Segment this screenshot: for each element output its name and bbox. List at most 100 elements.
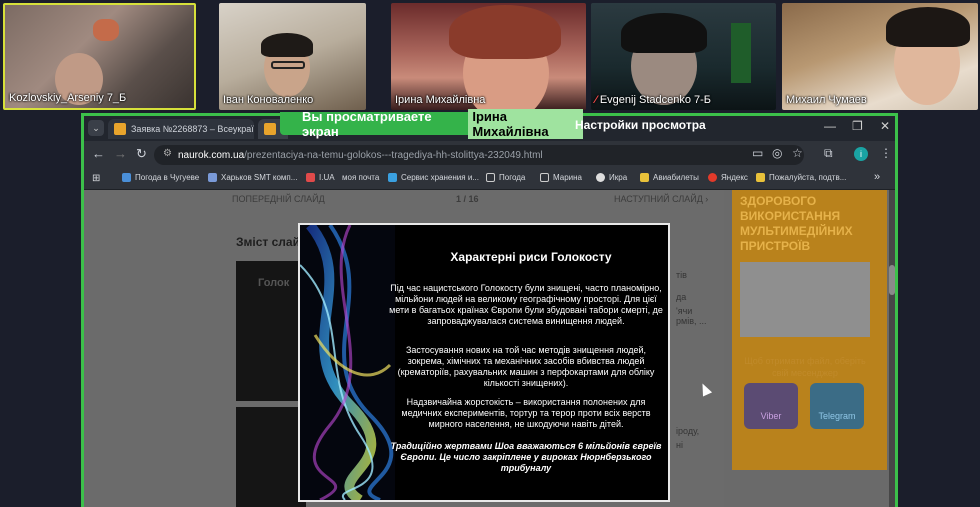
bookmark-label: моя почта: [342, 173, 380, 182]
mic-muted-icon: ⁄: [595, 94, 597, 106]
bookmark-item[interactable]: Икра: [596, 173, 627, 182]
participant-tile[interactable]: Kozlovskiy_Arseniy 7_Б: [3, 3, 196, 110]
tab-search-icon[interactable]: ⌄: [88, 120, 104, 136]
slide-title: Характерні риси Голокосту: [450, 250, 612, 264]
apps-grid-icon[interactable]: ⊞: [92, 173, 100, 184]
folder-icon: [540, 173, 549, 182]
bookmark-label: Яндекс: [721, 173, 748, 182]
slide-thumbnail[interactable]: Голок: [236, 261, 306, 401]
participant-name: Ірина Михайлівна: [395, 94, 486, 106]
participant-tile[interactable]: Ірина Михайлівна: [391, 3, 586, 110]
telegram-button[interactable]: Telegram: [810, 383, 864, 429]
url-path: /prezentaciya-na-temu-golokos---tragediy…: [244, 149, 543, 161]
bookmark-label: Марина: [553, 173, 582, 182]
page-text: тів: [676, 270, 687, 280]
slide-paragraph: Застосування нових на той час методів зн…: [397, 345, 655, 388]
cast-icon[interactable]: ▭: [752, 146, 763, 160]
bookmark-item[interactable]: I.UA: [306, 173, 335, 182]
slide-counter: 1 / 16: [456, 194, 479, 204]
bookmark-label: Икра: [609, 173, 628, 182]
favicon-icon: [264, 123, 276, 135]
messenger-prompt: Щоб отримати файл, оберіть свій месендже…: [744, 356, 866, 378]
content-heading: Зміст слайд: [236, 235, 308, 249]
bookmark-item[interactable]: Марина: [540, 173, 582, 182]
bookmark-label: Погода: [499, 173, 526, 182]
slide-thumbnail[interactable]: [236, 407, 306, 507]
more-bookmarks-button[interactable]: »: [874, 171, 880, 183]
close-window-icon[interactable]: ✕: [880, 119, 890, 133]
extensions-icon[interactable]: ⧉: [824, 146, 833, 161]
promo-title: ЗДОРОВОГО ВИКОРИСТАННЯ МУЛЬТИМЕДІЙНИХ ПР…: [740, 194, 853, 253]
bookmark-item[interactable]: Пожалуйста, подтв...: [756, 173, 846, 182]
back-icon[interactable]: ←: [92, 146, 105, 161]
page-text: да: [676, 292, 687, 302]
screen-share-banner: Вы просматриваете экран Ірина Михайлівна: [280, 108, 583, 139]
minimize-icon[interactable]: —: [824, 119, 836, 133]
bookmark-label: Харьков SMT комп...: [221, 173, 298, 182]
bookmark-item[interactable]: Погода: [486, 173, 525, 182]
folder-icon: [486, 173, 495, 182]
page-text: рмів, ...: [676, 316, 707, 326]
profile-avatar[interactable]: i: [854, 147, 868, 161]
participant-name: Михаил Чумаев: [786, 94, 867, 106]
bookmark-label: Погода в Чугуеве: [135, 173, 200, 182]
bookmark-item[interactable]: Сервис хранения и...: [388, 173, 479, 182]
next-slide-button[interactable]: НАСТУПНИЙ СЛАЙД ›: [614, 194, 708, 204]
menu-icon[interactable]: ⋮: [880, 146, 892, 160]
slide-paragraph: Під час нацистського Голокосту були знищ…: [389, 283, 663, 326]
bookmark-item[interactable]: Яндекс: [708, 173, 748, 182]
bookmark-star-icon[interactable]: ☆: [792, 146, 803, 160]
presenter-name: Ірина Михайлівна: [468, 108, 583, 139]
favicon-icon: [114, 123, 126, 135]
bookmark-label: Авиабилеты: [653, 173, 699, 182]
site-icon: [596, 173, 605, 182]
promo-image: [740, 262, 870, 337]
participant-tile[interactable]: ⁄ Evgenij Stadcenko 7-Б: [591, 3, 776, 110]
page-text: іроду,: [676, 426, 700, 436]
site-icon: [756, 173, 765, 182]
address-bar: ← → ↻ ⚙ naurok.com.ua/prezentaciya-na-te…: [84, 141, 895, 168]
site-icon: [306, 173, 315, 182]
bookmark-item[interactable]: моя почта: [342, 173, 379, 182]
cloud-icon: [388, 173, 397, 182]
site-info-icon[interactable]: ⚙: [163, 148, 172, 159]
participant-name: ⁄ Evgenij Stadcenko 7-Б: [595, 94, 712, 106]
bookmarks-bar: ⊞ Погода в Чугуеве Харьков SMT комп... I…: [84, 168, 895, 190]
prev-slide-button[interactable]: ПОПЕРЕДНІЙ СЛАЙД: [232, 194, 325, 204]
url-host: naurok.com.ua: [178, 149, 245, 161]
bookmark-label: I.UA: [319, 173, 335, 182]
decorative-waves: [300, 225, 395, 500]
hide-eye-icon[interactable]: ◎: [772, 146, 782, 160]
restore-icon[interactable]: ❐: [852, 119, 863, 133]
yandex-icon: [708, 173, 717, 182]
participant-tile[interactable]: Іван Коноваленко: [219, 3, 366, 110]
viber-button[interactable]: Viber: [744, 383, 798, 429]
bookmark-label: Сервис хранения и...: [401, 173, 479, 182]
slide-paragraph: Надзвичайна жорстокість – використання п…: [401, 397, 651, 429]
reload-icon[interactable]: ↻: [136, 146, 147, 162]
weather-icon: [122, 173, 131, 182]
slide-viewer[interactable]: Характерні риси Голокосту Під час нацист…: [298, 223, 670, 502]
thumbnail-title: Голок: [258, 277, 290, 289]
url-input[interactable]: ⚙ naurok.com.ua/prezentaciya-na-temu-gol…: [154, 145, 804, 165]
participant-tile[interactable]: Михаил Чумаев: [782, 3, 978, 110]
tab-title: Заявка №2268873 – Всеукраїнс: [131, 124, 254, 134]
slide-paragraph: Традиційно жертвами Шоа вважаються 6 міл…: [390, 441, 662, 473]
bookmark-label: Пожалуйста, подтв...: [769, 173, 847, 182]
site-icon: [208, 173, 217, 182]
plane-icon: [640, 173, 649, 182]
view-settings-button[interactable]: Настройки просмотра: [575, 118, 706, 132]
participant-strip: Kozlovskiy_Arseniy 7_Б Іван Коноваленко …: [0, 0, 980, 113]
bookmark-item[interactable]: Харьков SMT комп...: [208, 173, 297, 182]
scrollbar[interactable]: [889, 190, 895, 507]
page-text: ні: [676, 440, 683, 450]
banner-text: Вы просматриваете экран: [302, 108, 432, 139]
participant-name: Іван Коноваленко: [223, 94, 314, 106]
browser-tab[interactable]: Заявка №2268873 – Всеукраїнс ✕: [108, 119, 254, 139]
scroll-thumb[interactable]: [889, 265, 895, 295]
bookmark-item[interactable]: Авиабилеты: [640, 173, 699, 182]
promo-sidebar: ЗДОРОВОГО ВИКОРИСТАННЯ МУЛЬТИМЕДІЙНИХ ПР…: [732, 190, 887, 470]
page-text: 'ячи: [676, 306, 693, 316]
forward-icon[interactable]: →: [114, 146, 127, 161]
bookmark-item[interactable]: Погода в Чугуеве: [122, 173, 199, 182]
